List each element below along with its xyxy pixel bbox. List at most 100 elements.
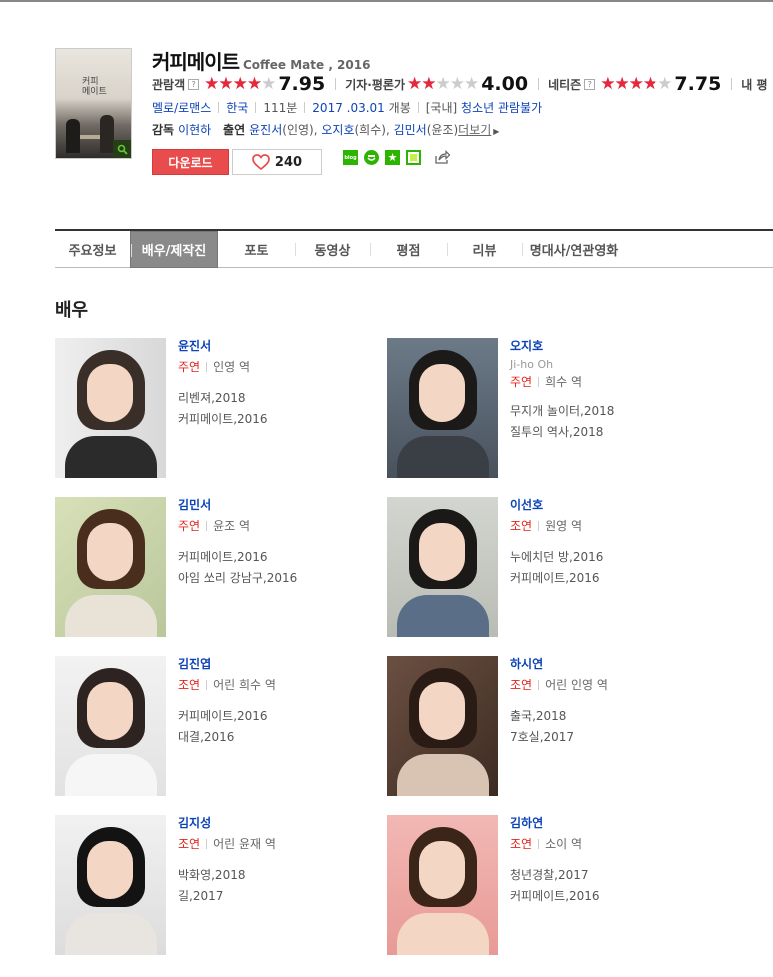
like-button[interactable]: 240 bbox=[232, 149, 322, 175]
role-type: 조연 bbox=[510, 519, 533, 533]
photo-body bbox=[65, 754, 157, 796]
actor-photo[interactable] bbox=[55, 656, 166, 796]
actor-photo[interactable] bbox=[387, 497, 498, 637]
role-name: 어린 윤재 역 bbox=[213, 837, 276, 851]
actor-card: 김지성조연 어린 윤재 역박화영,2018 길,2017 bbox=[55, 815, 395, 955]
actor-english-name: Ji-ho Oh bbox=[510, 358, 554, 371]
actor-photo[interactable] bbox=[55, 338, 166, 478]
divider bbox=[206, 521, 208, 531]
filmography-item[interactable]: 커피메이트,2016 bbox=[510, 886, 730, 907]
help-icon[interactable]: ? bbox=[584, 78, 596, 90]
actor-name-link[interactable]: 김진엽 bbox=[178, 656, 398, 672]
role-type: 조연 bbox=[178, 678, 201, 692]
photo-face bbox=[87, 364, 133, 422]
photo-body bbox=[397, 595, 489, 637]
release-date-link[interactable]: 2017 .03.01 bbox=[312, 101, 385, 115]
filmography-item[interactable]: 커피메이트,2016 bbox=[510, 568, 730, 589]
actor-photo[interactable] bbox=[387, 656, 498, 796]
actor-card: 이선호조연 원영 역누에치던 방,2016 커피메이트,2016 bbox=[387, 497, 727, 637]
genre-link[interactable]: 멜로/로맨스 bbox=[152, 101, 211, 115]
movie-poster[interactable]: 커피 메이트 bbox=[55, 48, 132, 159]
filmography-item[interactable]: 출국,2018 bbox=[510, 706, 730, 727]
cast-separator: , bbox=[385, 123, 394, 137]
filmography-item[interactable]: 아임 쏘리 강남구,2016 bbox=[178, 568, 398, 589]
divider bbox=[206, 680, 208, 690]
band-icon[interactable] bbox=[364, 150, 379, 165]
cast-label: 출연 bbox=[223, 123, 246, 137]
star-rating: ★★★★★★★★★★ bbox=[600, 75, 672, 93]
actor-role: 주연 윤조 역 bbox=[178, 518, 398, 534]
zoom-icon[interactable] bbox=[113, 140, 131, 158]
filmography: 출국,2018 7호실,2017 bbox=[510, 706, 730, 748]
more-cast-link[interactable]: 더보기 bbox=[458, 123, 491, 137]
tab-6[interactable]: 리뷰 bbox=[447, 231, 522, 268]
rating-group: 기자·평론가★★★★★★★★★★4.00 bbox=[335, 73, 538, 95]
actor-name-link[interactable]: 김민서 bbox=[178, 497, 398, 513]
cast-link[interactable]: 윤진서 bbox=[249, 123, 282, 137]
actor-photo[interactable] bbox=[55, 815, 166, 955]
filmography-item[interactable]: 박화영,2018 bbox=[178, 865, 398, 886]
actor-name-link[interactable]: 이선호 bbox=[510, 497, 730, 513]
actor-role: 조연 어린 윤재 역 bbox=[178, 836, 398, 852]
filmography: 커피메이트,2016 대결,2016 bbox=[178, 706, 398, 748]
actor-name-link[interactable]: 윤진서 bbox=[178, 338, 398, 354]
role-name: 희수 역 bbox=[545, 375, 583, 389]
filmography-item[interactable]: 커피메이트,2016 bbox=[178, 547, 398, 568]
actor-card: 오지호 Ji-ho Oh 주연 희수 역 무지개 놀이터,2018 질투의 역사,2018 bbox=[387, 338, 727, 478]
actor-name-link[interactable]: 오지호 bbox=[510, 338, 730, 354]
filmography-item[interactable]: 대결,2016 bbox=[178, 727, 398, 748]
actor-name-link[interactable]: 하시연 bbox=[510, 656, 730, 672]
tab-4[interactable]: 동영상 bbox=[295, 231, 370, 268]
filmography-item[interactable]: 무지개 놀이터,2018 bbox=[510, 401, 730, 422]
memo-icon[interactable] bbox=[406, 150, 421, 165]
star-rating: ★★★★★★★★★★ bbox=[204, 75, 276, 93]
actor-meta: 김하연조연 소이 역청년경찰,2017 커피메이트,2016 bbox=[510, 815, 730, 907]
download-button[interactable]: 다운로드 bbox=[152, 149, 229, 175]
filmography: 무지개 놀이터,2018 질투의 역사,2018 bbox=[510, 401, 730, 443]
role-name: 원영 역 bbox=[545, 519, 583, 533]
actor-role: 조연 소이 역 bbox=[510, 836, 730, 852]
grade-link[interactable]: 청소년 관람불가 bbox=[461, 101, 542, 115]
actor-photo[interactable] bbox=[387, 338, 498, 478]
country-link[interactable]: 한국 bbox=[226, 101, 248, 115]
cast-link[interactable]: 김민서 bbox=[394, 123, 427, 137]
role-type: 조연 bbox=[510, 837, 533, 851]
filmography-item[interactable]: 누에치던 방,2016 bbox=[510, 547, 730, 568]
tab-2[interactable]: 배우/제작진 bbox=[130, 231, 218, 268]
bookmark-star-icon[interactable]: ★ bbox=[385, 150, 400, 165]
movie-title-english: Coffee Mate , 2016 bbox=[243, 58, 371, 72]
share-icon[interactable] bbox=[433, 150, 451, 165]
actor-name-link[interactable]: 김하연 bbox=[510, 815, 730, 831]
top-border bbox=[0, 0, 773, 2]
filmography-item[interactable]: 길,2017 bbox=[178, 886, 398, 907]
photo-body bbox=[397, 913, 489, 955]
role-type: 조연 bbox=[178, 837, 201, 851]
filmography-item[interactable]: 리벤져,2018 bbox=[178, 388, 398, 409]
role-name: 윤조 역 bbox=[213, 519, 251, 533]
help-icon[interactable]: ? bbox=[188, 78, 200, 90]
filmography-item[interactable]: 청년경찰,2017 bbox=[510, 865, 730, 886]
actor-meta: 오지호 Ji-ho Oh 주연 희수 역 무지개 놀이터,2018 질투의 역사,2018 bbox=[510, 338, 730, 443]
tab-bar: 주요정보 배우/제작진 포토 동영상 평점 리뷰 명대사/연관영화 bbox=[55, 229, 773, 268]
cast-link[interactable]: 오지호 bbox=[321, 123, 354, 137]
tab-5[interactable]: 평점 bbox=[370, 231, 447, 268]
filmography-item[interactable]: 커피메이트,2016 bbox=[178, 409, 398, 430]
tab-7[interactable]: 명대사/연관영화 bbox=[522, 231, 626, 268]
filmography-item[interactable]: 질투의 역사,2018 bbox=[510, 422, 730, 443]
role-name: 어린 희수 역 bbox=[213, 678, 276, 692]
filmography-item[interactable]: 커피메이트,2016 bbox=[178, 706, 398, 727]
actor-card: 김하연조연 소이 역청년경찰,2017 커피메이트,2016 bbox=[387, 815, 727, 955]
photo-body bbox=[65, 595, 157, 637]
actor-name-link[interactable]: 김지성 bbox=[178, 815, 398, 831]
director-link[interactable]: 이현하 bbox=[178, 123, 211, 137]
photo-body bbox=[65, 436, 157, 478]
actor-photo[interactable] bbox=[55, 497, 166, 637]
tab-3[interactable]: 포토 bbox=[218, 231, 295, 268]
blog-icon[interactable]: blog bbox=[343, 150, 358, 165]
actor-photo[interactable] bbox=[387, 815, 498, 955]
photo-face bbox=[419, 523, 465, 581]
tab-1[interactable]: 주요정보 bbox=[55, 231, 130, 268]
filmography-item[interactable]: 7호실,2017 bbox=[510, 727, 730, 748]
role-name: 소이 역 bbox=[545, 837, 583, 851]
role-name: 인영 역 bbox=[213, 360, 251, 374]
